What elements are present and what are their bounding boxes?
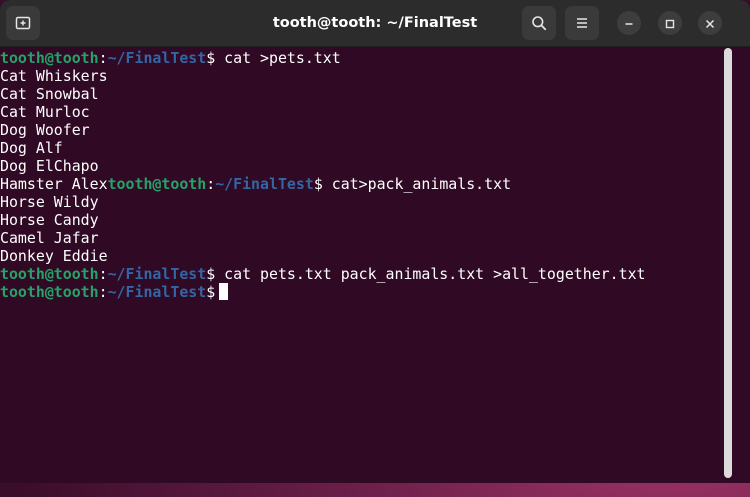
close-button[interactable] [698, 11, 722, 35]
search-button[interactable] [522, 6, 556, 40]
maximize-button[interactable] [658, 11, 682, 35]
text-cursor [219, 283, 229, 300]
prompt-symbol: $ [206, 265, 216, 283]
output-line: Cat Whiskers [0, 67, 108, 85]
output-line: Cat Murloc [0, 103, 90, 121]
output-text: Hamster Alex [0, 175, 108, 193]
prompt-user-host: tooth@tooth [107, 175, 207, 193]
terminal-window: tooth@tooth: ~/FinalTest tooth@tooth:~/F… [0, 0, 750, 483]
prompt-colon: : [98, 49, 108, 67]
title-bar[interactable]: tooth@tooth: ~/FinalTest [0, 0, 750, 47]
output-line: Camel Jafar [0, 229, 99, 247]
terminal-line: tooth@tooth:~/FinalTest$ cat >pets.txt [0, 49, 722, 67]
hamburger-menu-icon [574, 15, 590, 31]
prompt-path: ~/FinalTest [215, 175, 314, 193]
prompt-path: ~/FinalTest [107, 265, 207, 283]
menu-button[interactable] [565, 6, 599, 40]
prompt-user-host: tooth@tooth [0, 283, 99, 301]
search-icon [531, 15, 547, 31]
output-line: Dog Alf [0, 139, 63, 157]
command-text: cat pets.txt pack_animals.txt >all_toget… [215, 265, 646, 283]
terminal-output[interactable]: tooth@tooth:~/FinalTest$ cat >pets.txt C… [0, 47, 722, 483]
prompt-user-host: tooth@tooth [0, 49, 99, 67]
output-line: Cat Snowbal [0, 85, 99, 103]
prompt-symbol: $ [313, 175, 323, 193]
prompt-path: ~/FinalTest [107, 49, 207, 67]
close-icon [705, 14, 715, 33]
output-line: Donkey Eddie [0, 247, 108, 265]
prompt-symbol: $ [206, 49, 216, 67]
minimize-icon [624, 14, 634, 33]
prompt-colon: : [98, 283, 108, 301]
output-line: Dog ElChapo [0, 157, 99, 175]
minimize-button[interactable] [617, 11, 641, 35]
command-text: cat >pets.txt [215, 49, 341, 67]
prompt-path: ~/FinalTest [107, 283, 207, 301]
command-text: cat>pack_animals.txt [322, 175, 512, 193]
terminal-line: Hamster Alextooth@tooth:~/FinalTest$ cat… [0, 175, 722, 193]
prompt-symbol: $ [206, 283, 216, 301]
terminal-line: tooth@tooth:~/FinalTest$ [0, 283, 722, 301]
output-line: Horse Candy [0, 211, 99, 229]
prompt-user-host: tooth@tooth [0, 265, 99, 283]
output-line: Dog Woofer [0, 121, 90, 139]
maximize-icon [665, 14, 675, 33]
output-line: Horse Wildy [0, 193, 99, 211]
prompt-colon: : [98, 265, 108, 283]
scrollbar[interactable] [724, 48, 732, 478]
prompt-colon: : [206, 175, 216, 193]
terminal-line: tooth@tooth:~/FinalTest$ cat pets.txt pa… [0, 265, 722, 283]
